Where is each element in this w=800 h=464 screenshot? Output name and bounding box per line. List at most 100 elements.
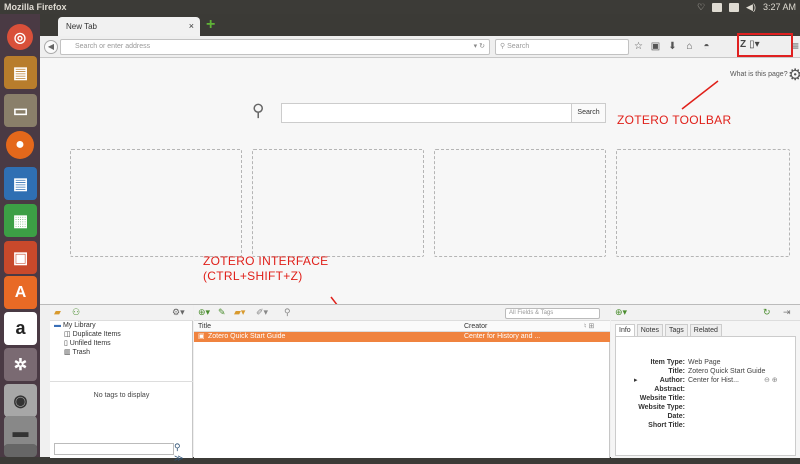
tile-placeholder[interactable] (434, 149, 606, 257)
fullscreen-icon[interactable]: ⇥ (783, 307, 791, 318)
dash-icon[interactable]: ◎ (7, 24, 33, 50)
field-short-title[interactable]: Short Title: (616, 421, 797, 430)
column-title[interactable]: Title (198, 321, 211, 332)
zotero-interface-arrow (330, 296, 338, 304)
zotero-z-icon[interactable]: Z (740, 39, 746, 50)
item-pane-toolbar: ⊕▾ ↻ ⇥ (611, 305, 800, 321)
search-placeholder: Search (507, 43, 530, 50)
zotero-toolbar: Z ▯▾ (740, 39, 760, 50)
new-tab-button[interactable]: + (206, 17, 222, 33)
downloads-icon[interactable]: ⬇ (666, 40, 679, 54)
firefox-window: New Tab × + ◀ Search or enter address ▾ … (40, 14, 800, 463)
tab-info[interactable]: Info (615, 324, 635, 336)
drive-icon[interactable]: ◉ (4, 384, 37, 417)
url-placeholder: Search or enter address (75, 43, 151, 50)
what-is-this-page-link[interactable]: What is this page? (730, 71, 788, 78)
creator-add-remove-icon[interactable]: ⊖ ⊕ (764, 376, 778, 385)
pocket-icon[interactable]: ◓ (700, 40, 713, 54)
tile-placeholder[interactable] (252, 149, 424, 257)
field-item-type[interactable]: Item Type: Web Page (616, 358, 797, 367)
new-group-icon[interactable]: ⚇ (72, 307, 80, 318)
tile-placeholder[interactable] (616, 149, 790, 257)
clock[interactable]: 3:27 AM (763, 0, 796, 14)
item-creator: Center for History and ... (464, 333, 541, 340)
field-website-title[interactable]: Website Title: (616, 394, 797, 403)
tab-notes[interactable]: Notes (636, 324, 663, 336)
impress-icon[interactable]: ▣ (4, 241, 37, 274)
tag-search-input[interactable] (54, 443, 174, 455)
terminal-icon[interactable]: ▭ (4, 94, 37, 127)
info-panel: Item Type: Web Page Title: Zotero Quick St… (615, 336, 796, 456)
trash-icon[interactable] (4, 444, 37, 457)
item-pane: ⊕▾ ↻ ⇥ Info Notes Tags Related Item Type… (611, 305, 800, 458)
newtab-search-button[interactable]: Search (571, 103, 606, 123)
heart-icon[interactable]: ♡ (697, 0, 705, 14)
attach-icon[interactable]: ✐▾ (256, 307, 268, 318)
firefox-icon[interactable]: ● (6, 131, 34, 159)
item-title: Zotero Quick Start Guide (208, 333, 286, 340)
back-button[interactable]: ◀ (44, 40, 58, 54)
tree-item-unfiled[interactable]: ▯ Unfiled Items (50, 339, 193, 348)
tree-item-duplicates[interactable]: ◫ Duplicate Items (50, 330, 193, 339)
new-note-icon[interactable]: ▰▾ (234, 307, 245, 318)
field-date[interactable]: Date: (616, 412, 797, 421)
tile-placeholder[interactable] (70, 149, 242, 257)
toolbar-icons: ☆ ▣ ⬇ ⌂ ◓ (632, 39, 713, 55)
no-tags-text: No tags to display (93, 392, 150, 399)
duplicates-icon: ◫ (64, 331, 73, 338)
sync-menu-icon[interactable]: ⊕▾ (615, 307, 627, 318)
table-row[interactable]: ▣ Zotero Quick Start Guide Center for Hi… (194, 332, 610, 342)
tab-label: New Tab (66, 22, 97, 31)
new-item-icon[interactable]: ⊕▾ (198, 307, 210, 318)
tab-tags[interactable]: Tags (664, 324, 688, 336)
bookmark-star-icon[interactable]: ☆ (632, 40, 645, 54)
field-title[interactable]: Title: Zotero Quick Start Guide (616, 367, 797, 376)
zotero-interface-label-line1: ZOTERO INTERFACE (203, 254, 329, 268)
field-author[interactable]: ▸ Author: Center for Hist... ⊖ ⊕ (616, 376, 797, 385)
column-creator[interactable]: Creator (464, 321, 487, 332)
collection-tree: ▬ My Library ◫ Duplicate Items ▯ Unfiled… (50, 321, 193, 381)
home-icon[interactable]: ⌂ (683, 40, 696, 54)
zotero-toolbar-arrow (681, 80, 719, 110)
item-tabs: Info Notes Tags Related (615, 324, 722, 336)
sync-icon[interactable]: ↻ (763, 307, 771, 318)
url-bar[interactable]: Search or enter address ▾ ↻ (60, 39, 490, 55)
writer-icon[interactable]: ▤ (4, 167, 37, 200)
battery-icon[interactable] (729, 2, 740, 12)
newtab-search-input[interactable] (281, 103, 572, 123)
calc-icon[interactable]: ▦ (4, 204, 37, 237)
files-icon[interactable]: ▤ (4, 56, 37, 89)
tag-filter-icon[interactable]: ⚲ ≫ (174, 442, 192, 464)
field-abstract[interactable]: Abstract: (616, 385, 797, 394)
field-website-type[interactable]: Website Type: (616, 403, 797, 412)
items-search-input[interactable]: All Fields & Tags (505, 308, 600, 319)
zotero-interface-label-line2: (CTRL+SHIFT+Z) (203, 269, 303, 283)
volume-icon[interactable]: ◀) (746, 0, 756, 14)
add-by-identifier-icon[interactable]: ✎ (218, 307, 226, 318)
creator-toggle-icon[interactable]: ▸ (634, 376, 638, 385)
tree-item-my-library[interactable]: ▬ My Library (50, 321, 193, 330)
zotero-save-icon[interactable]: ▯▾ (749, 39, 760, 50)
items-pane: ⊕▾ ✎ ▰▾ ✐▾ ⚲ All Fields & Tags Title Cre… (194, 305, 610, 458)
lookup-icon[interactable]: ⚲ (284, 307, 291, 318)
reload-icon[interactable]: ▾ ↻ (474, 40, 485, 54)
actions-menu-icon[interactable]: ⚙▾ (172, 307, 185, 318)
amazon-icon[interactable]: a (4, 312, 37, 345)
column-attachments-icon[interactable]: ♮ ⊞ (584, 321, 594, 332)
close-tab-icon[interactable]: × (189, 17, 194, 36)
tree-item-trash[interactable]: ▥ Trash (50, 348, 193, 357)
tab-new-tab[interactable]: New Tab × (58, 17, 200, 36)
library-icon: ▬ (54, 322, 63, 329)
items-toolbar: ⊕▾ ✎ ▰▾ ✐▾ ⚲ All Fields & Tags (194, 305, 610, 321)
zotero-pane: ▰ ⚇ ⚙▾ ▬ My Library ◫ Duplicate Items ▯ … (40, 304, 800, 463)
tag-selector: No tags to display (50, 381, 193, 441)
software-center-icon[interactable]: A (4, 276, 37, 309)
bookmarks-menu-icon[interactable]: ▣ (649, 40, 662, 54)
search-bar[interactable]: ⚲ Search (495, 39, 629, 55)
gear-icon[interactable]: ⚙ (788, 65, 800, 85)
new-collection-icon[interactable]: ▰ (54, 307, 61, 318)
keyboard-icon[interactable] (712, 2, 723, 12)
tab-related[interactable]: Related (689, 324, 722, 336)
hamburger-menu-icon[interactable]: ≡ (792, 39, 799, 53)
settings-icon[interactable]: ✲ (4, 348, 37, 381)
